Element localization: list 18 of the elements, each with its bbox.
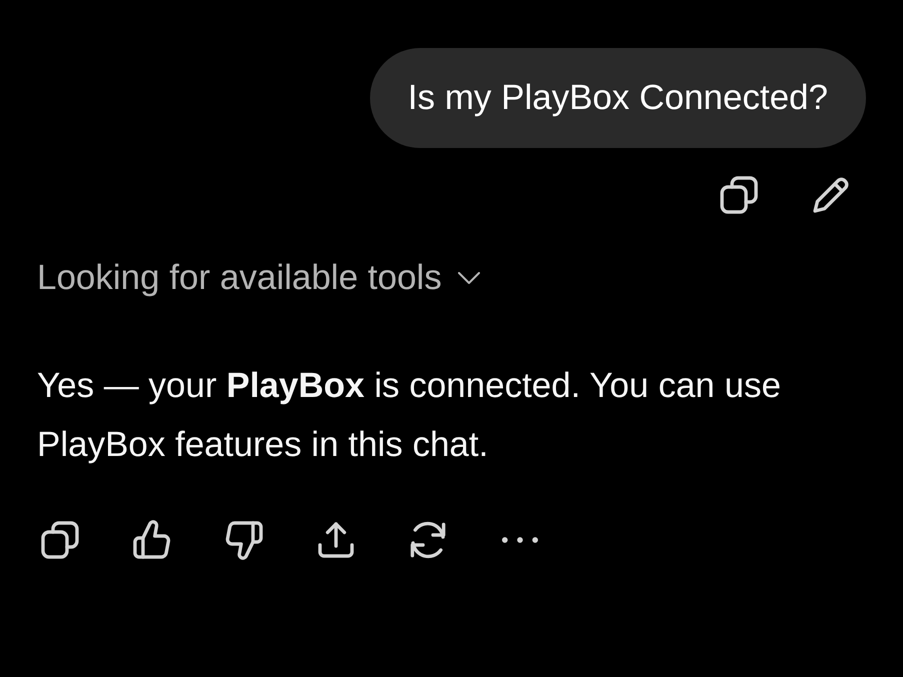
thumbs-up-icon <box>134 522 170 558</box>
copy-icon <box>42 522 78 558</box>
pencil-icon <box>813 177 849 213</box>
response-text: Yes — your PlayBox is connected. You can use PlayBox features in this chat. <box>37 365 782 466</box>
upload-icon <box>318 522 354 558</box>
refresh-icon <box>410 522 446 558</box>
copy-button[interactable] <box>721 177 757 213</box>
ellipsis-icon <box>502 537 538 543</box>
like-button[interactable] <box>134 522 170 558</box>
edit-button[interactable] <box>813 177 849 213</box>
dislike-button[interactable] <box>226 522 262 558</box>
copy-button[interactable] <box>42 522 78 558</box>
tool-status-toggle[interactable]: Looking for available tools <box>37 258 480 298</box>
regenerate-button[interactable] <box>410 522 446 558</box>
share-button[interactable] <box>318 522 354 558</box>
thumbs-down-icon <box>226 522 262 558</box>
user-message-bubble: Is my PlayBox Connected? <box>370 48 866 148</box>
copy-icon <box>721 177 757 213</box>
